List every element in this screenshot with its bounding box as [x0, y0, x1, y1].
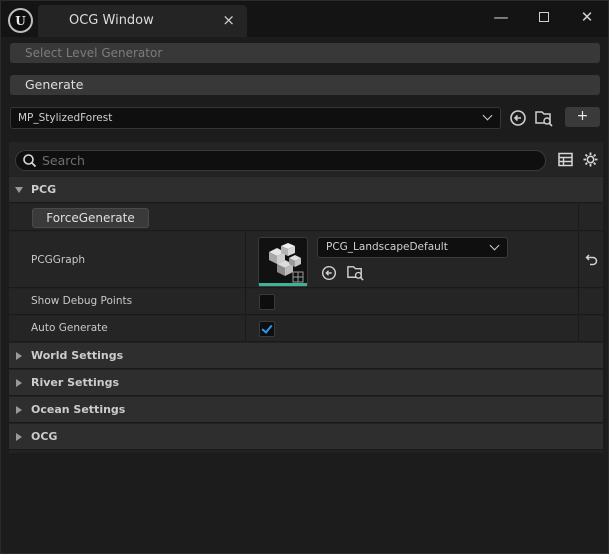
search-input[interactable]: Search — [15, 150, 546, 171]
unreal-logo-icon[interactable]: U — [8, 8, 33, 33]
category-world-settings-label: World Settings — [31, 349, 124, 362]
pcg-graph-row: PCGGraph PCG_LandscapeDefault — [9, 232, 603, 288]
show-debug-points-checkbox[interactable] — [259, 294, 275, 310]
reset-column-divider — [578, 232, 579, 287]
window-content: Select Level Generator Generate MP_Styli… — [1, 37, 608, 553]
auto-generate-checkbox[interactable] — [259, 321, 275, 337]
search-placeholder: Search — [42, 153, 85, 168]
chevron-down-icon — [489, 240, 500, 251]
show-debug-points-row: Show Debug Points — [9, 289, 603, 315]
asset-picker-row: MP_StylizedForest + — [10, 107, 600, 129]
level-generator-value: MP_StylizedForest — [18, 112, 113, 124]
close-window-button[interactable]: ✕ — [575, 7, 599, 27]
add-button[interactable]: + — [565, 107, 600, 127]
maximize-icon — [539, 12, 549, 22]
close-icon: ✕ — [580, 8, 594, 26]
expand-arrow-icon — [15, 187, 23, 193]
tab-title: OCG Window — [69, 13, 154, 28]
generate-button[interactable]: Generate — [10, 75, 600, 95]
column-divider — [245, 289, 246, 314]
details-panel: Search PCG ForceGenerate PCGGraph PCG_La… — [9, 142, 603, 453]
select-level-generator-button[interactable]: Select Level Generator — [10, 43, 600, 63]
level-generator-combo[interactable]: MP_StylizedForest — [10, 107, 501, 129]
tab-close-icon[interactable]: × — [222, 11, 235, 29]
category-pcg-label: PCG — [31, 183, 57, 196]
gear-icon[interactable] — [582, 151, 599, 168]
minimize-icon: — — [493, 8, 509, 26]
show-debug-points-label: Show Debug Points — [31, 295, 133, 307]
use-selected-button[interactable] — [508, 108, 528, 128]
column-divider — [245, 232, 246, 287]
category-world-settings[interactable]: World Settings — [9, 343, 603, 369]
search-icon — [23, 154, 37, 168]
reset-column-divider — [578, 204, 579, 230]
use-selected-arrow-icon[interactable] — [320, 264, 338, 282]
pcg-graph-thumbnail[interactable] — [258, 237, 308, 287]
asset-type-underline — [259, 283, 307, 286]
pcg-graph-label: PCGGraph — [31, 254, 86, 266]
reset-to-default-icon[interactable] — [585, 253, 598, 266]
column-divider — [245, 316, 246, 341]
minimize-button[interactable]: — — [489, 7, 513, 27]
browse-to-asset-button[interactable] — [534, 108, 554, 128]
pcg-graph-combo[interactable]: PCG_LandscapeDefault — [317, 237, 508, 258]
category-ocg[interactable]: OCG — [9, 424, 603, 450]
tab-ocg-window[interactable]: OCG Window × — [38, 5, 247, 37]
reset-column-divider — [578, 289, 579, 314]
browse-folder-icon[interactable] — [346, 263, 365, 282]
title-bar: U OCG Window × — ✕ — [1, 1, 608, 41]
ocg-window: U OCG Window × — ✕ Select Level Generato… — [0, 0, 609, 554]
collapse-arrow-icon — [16, 379, 22, 387]
browse-folder-icon — [535, 111, 553, 127]
collapse-arrow-icon — [16, 433, 22, 441]
category-ocean-settings[interactable]: Ocean Settings — [9, 397, 603, 423]
use-selected-arrow-icon — [510, 110, 526, 126]
category-river-settings[interactable]: River Settings — [9, 370, 603, 396]
checkmark-icon — [261, 322, 273, 334]
category-river-settings-label: River Settings — [31, 376, 120, 389]
collapse-arrow-icon — [16, 406, 22, 414]
auto-generate-row: Auto Generate — [9, 316, 603, 342]
force-generate-row: ForceGenerate — [9, 204, 603, 231]
category-ocg-label: OCG — [31, 430, 58, 443]
search-row: Search — [9, 142, 603, 176]
table-view-icon[interactable] — [558, 152, 573, 167]
category-pcg[interactable]: PCG — [9, 177, 603, 203]
maximize-button[interactable] — [532, 7, 556, 27]
force-generate-button[interactable]: ForceGenerate — [32, 208, 149, 228]
pcg-graph-value: PCG_LandscapeDefault — [326, 241, 448, 253]
category-ocean-settings-label: Ocean Settings — [31, 403, 126, 416]
chevron-down-icon — [482, 110, 493, 121]
auto-generate-label: Auto Generate — [31, 322, 108, 334]
pcg-cubes-icon — [269, 243, 304, 283]
reset-column-divider — [578, 316, 579, 341]
collapse-arrow-icon — [16, 352, 22, 360]
